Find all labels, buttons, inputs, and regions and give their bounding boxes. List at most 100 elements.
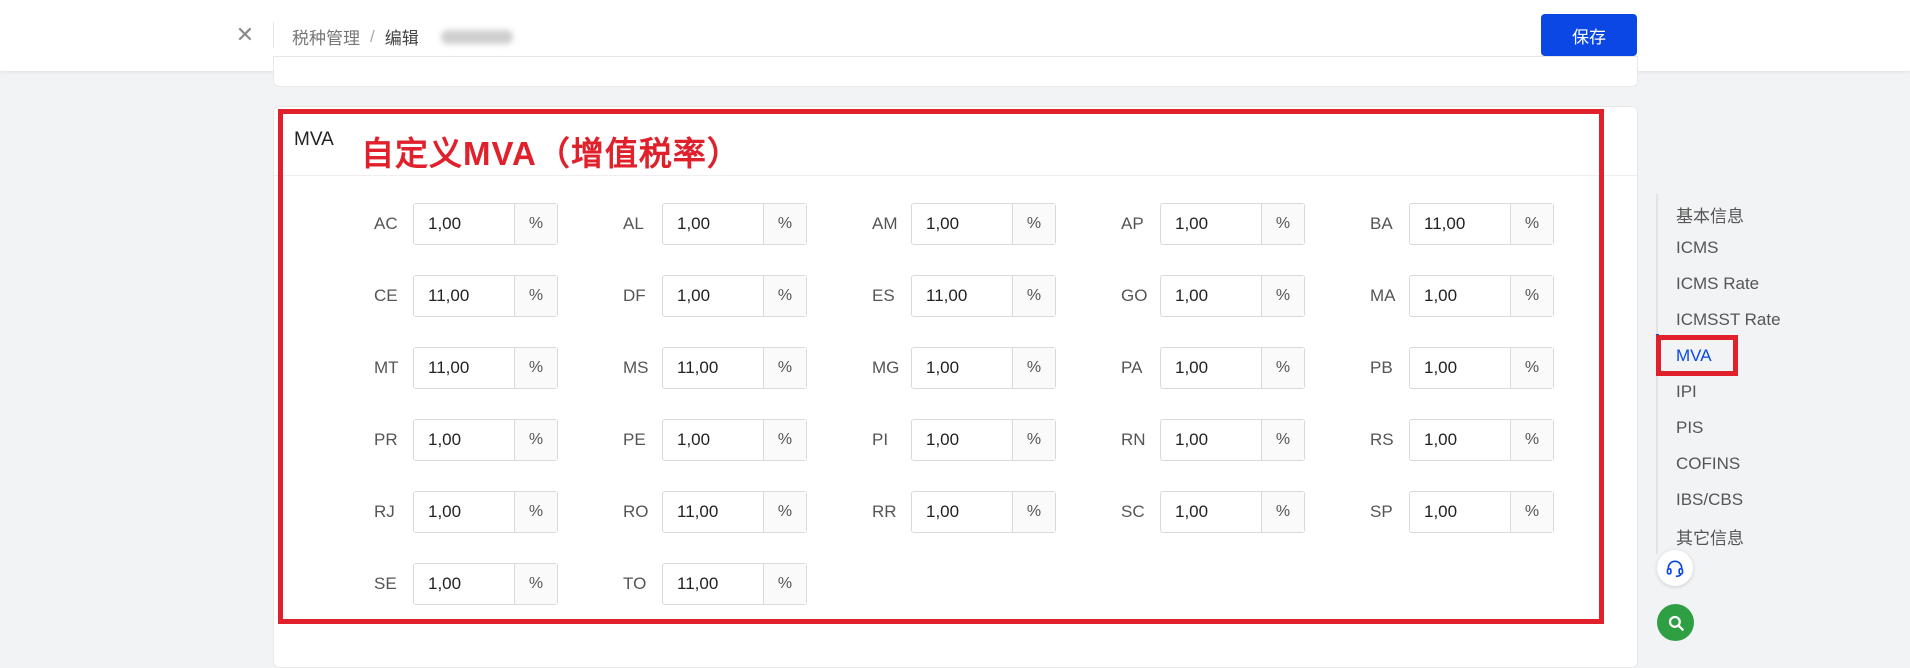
rate-input[interactable] — [912, 420, 1012, 460]
card-header: MVA 自定义MVA（增值税率） — [274, 107, 1637, 176]
field-label: SE — [374, 574, 397, 593]
field-label: PB — [1370, 358, 1393, 377]
field-label: TO — [623, 574, 647, 593]
field-label: SC — [1121, 502, 1145, 521]
section-title: MVA — [294, 129, 334, 150]
nav-item-icms[interactable]: ICMS — [1676, 238, 1719, 258]
percent-suffix: % — [763, 276, 806, 316]
rate-input[interactable] — [663, 420, 763, 460]
percent-suffix: % — [1012, 420, 1055, 460]
percent-suffix: % — [514, 492, 557, 532]
search-icon[interactable] — [1657, 604, 1694, 641]
rate-input-group: % — [413, 419, 558, 461]
nav-item-other-info[interactable]: 其它信息 — [1676, 524, 1744, 549]
field-label: GO — [1121, 286, 1148, 305]
rate-input[interactable] — [414, 564, 514, 604]
nav-active-indicator — [1656, 334, 1659, 370]
rate-input[interactable] — [414, 420, 514, 460]
rate-input-group: % — [1160, 275, 1305, 317]
header-divider — [273, 22, 274, 48]
rate-input-group: % — [911, 347, 1056, 389]
field-label: SP — [1370, 502, 1393, 521]
field-label: PA — [1121, 358, 1143, 377]
rate-input-group: % — [662, 419, 807, 461]
rate-input[interactable] — [1410, 276, 1510, 316]
nav-item-ibs-cbs[interactable]: IBS/CBS — [1676, 490, 1743, 510]
nav-item-icms-rate[interactable]: ICMS Rate — [1676, 274, 1759, 294]
field-label: ES — [872, 286, 895, 305]
rate-input[interactable] — [1161, 492, 1261, 532]
breadcrumb-item-edit: 编辑 — [384, 29, 419, 48]
rate-input[interactable] — [663, 492, 763, 532]
nav-item-icmsst-rate[interactable]: ICMSST Rate — [1676, 310, 1781, 330]
rate-input-group: % — [413, 347, 558, 389]
percent-suffix: % — [1261, 204, 1304, 244]
breadcrumb-item-tax-management[interactable]: 税种管理 — [292, 24, 360, 49]
blurred-record-id — [440, 29, 513, 44]
rate-input-group: % — [1160, 491, 1305, 533]
percent-suffix: % — [1012, 348, 1055, 388]
percent-suffix: % — [1510, 492, 1553, 532]
field-label: RJ — [374, 502, 395, 521]
field-label: DF — [623, 286, 646, 305]
rate-input-group: % — [413, 203, 558, 245]
percent-suffix: % — [1012, 492, 1055, 532]
field-label: MG — [872, 358, 900, 377]
rate-input-group: % — [413, 563, 558, 605]
field-label: MS — [623, 358, 649, 377]
rate-input[interactable] — [1161, 420, 1261, 460]
close-icon[interactable]: ✕ — [230, 20, 260, 50]
percent-suffix: % — [1510, 276, 1553, 316]
percent-suffix: % — [763, 564, 806, 604]
percent-suffix: % — [763, 348, 806, 388]
percent-suffix: % — [763, 492, 806, 532]
rate-input-group: % — [911, 203, 1056, 245]
rate-input[interactable] — [414, 204, 514, 244]
rate-input[interactable] — [1410, 204, 1510, 244]
rate-input[interactable] — [1161, 348, 1261, 388]
rate-input[interactable] — [1161, 276, 1261, 316]
rate-input[interactable] — [1410, 492, 1510, 532]
rate-input[interactable] — [663, 204, 763, 244]
percent-suffix: % — [1510, 348, 1553, 388]
rate-input[interactable] — [414, 348, 514, 388]
save-button[interactable]: 保存 — [1541, 14, 1637, 56]
nav-item-pis[interactable]: PIS — [1676, 418, 1703, 438]
percent-suffix: % — [763, 420, 806, 460]
rate-input-group: % — [1160, 419, 1305, 461]
rate-input[interactable] — [414, 492, 514, 532]
rate-input[interactable] — [912, 348, 1012, 388]
rate-input[interactable] — [912, 276, 1012, 316]
rate-input[interactable] — [912, 204, 1012, 244]
rate-input[interactable] — [912, 492, 1012, 532]
percent-suffix: % — [763, 204, 806, 244]
nav-item-mva[interactable]: MVA — [1676, 346, 1712, 366]
percent-suffix: % — [514, 348, 557, 388]
rate-input-group: % — [662, 347, 807, 389]
field-label: BA — [1370, 214, 1393, 233]
field-label: AC — [374, 214, 398, 233]
rate-input[interactable] — [1161, 204, 1261, 244]
field-label: CE — [374, 286, 398, 305]
percent-suffix: % — [1261, 348, 1304, 388]
field-label: RR — [872, 502, 897, 521]
field-label: AM — [872, 214, 898, 233]
percent-suffix: % — [514, 564, 557, 604]
field-label: AP — [1121, 214, 1144, 233]
nav-item-ipi[interactable]: IPI — [1676, 382, 1697, 402]
rate-input[interactable] — [663, 348, 763, 388]
rate-input-group: % — [1409, 275, 1554, 317]
rate-input[interactable] — [663, 564, 763, 604]
rate-input[interactable] — [1410, 348, 1510, 388]
rate-input[interactable] — [414, 276, 514, 316]
percent-suffix: % — [1510, 420, 1553, 460]
rate-input[interactable] — [1410, 420, 1510, 460]
field-label: RN — [1121, 430, 1146, 449]
rate-input-group: % — [1160, 347, 1305, 389]
nav-item-cofins[interactable]: COFINS — [1676, 454, 1740, 474]
nav-item-basic-info[interactable]: 基本信息 — [1676, 202, 1744, 227]
percent-suffix: % — [1510, 204, 1553, 244]
headset-icon[interactable] — [1657, 550, 1693, 586]
rate-input-group: % — [1409, 203, 1554, 245]
rate-input[interactable] — [663, 276, 763, 316]
